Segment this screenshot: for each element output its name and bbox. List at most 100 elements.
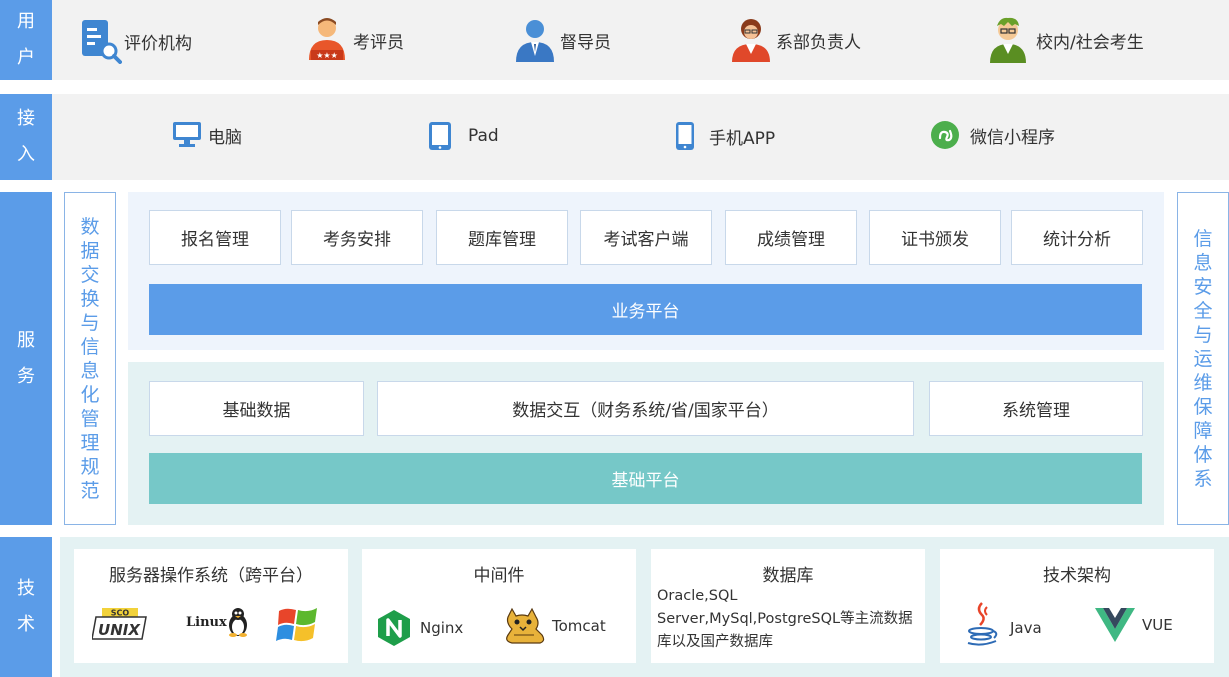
phone-icon: [676, 122, 694, 150]
access-label: 手机APP: [709, 128, 776, 149]
right-vertical-char: 障: [1193, 419, 1213, 442]
sidebar-access: 接入: [0, 94, 52, 180]
section-access-char: 接: [17, 108, 35, 129]
user-student: 校内/社会考生: [988, 16, 1144, 64]
user-evaluator: ★★★ 考评员: [305, 16, 404, 64]
user-label: 系部负责人: [776, 32, 861, 53]
evaluator-person-icon: ★★★: [309, 18, 345, 60]
section-label-tech: 技术: [17, 571, 35, 643]
tech-card-database: 数据库 Oracle,SQL Server,MySql,PostgreSQL等主…: [651, 549, 925, 663]
section-user-char: 用: [17, 11, 35, 32]
document-search-icon: [82, 20, 122, 64]
module-basic-data[interactable]: 基础数据: [149, 381, 364, 436]
user-label: 评价机构: [124, 33, 192, 54]
left-vertical-char: 换: [80, 287, 100, 310]
access-label: 微信小程序: [970, 127, 1055, 148]
access-pad: Pad: [428, 121, 499, 151]
tomcat-label: Tomcat: [552, 617, 606, 635]
module-data-interaction[interactable]: 数据交互（财务系统/省/国家平台）: [377, 381, 914, 436]
tech-title-database: 数据库: [762, 566, 814, 586]
tech-card-os: 服务器操作系统（跨平台） SCO UNIX Linux: [74, 549, 348, 663]
module-question-bank[interactable]: 题库管理: [436, 210, 568, 265]
module-exam-affairs[interactable]: 考务安排: [291, 210, 423, 265]
tech-title-middleware: 中间件: [473, 566, 525, 586]
left-vertical-char: 信: [80, 335, 100, 358]
database-description: Oracle,SQL Server,MySql,PostgreSQL等主流数据库…: [657, 588, 913, 650]
section-user-char: 户: [17, 47, 35, 68]
tux-penguin-icon: [228, 608, 247, 637]
section-service-char: 服: [17, 329, 35, 351]
module-statistics[interactable]: 统计分析: [1011, 210, 1143, 265]
left-vertical-char: 理: [80, 431, 100, 454]
access-label: Pad: [468, 126, 499, 146]
user-department-head: 系部负责人: [730, 16, 861, 64]
access-wechat-miniprogram: 微信小程序: [930, 120, 1055, 150]
nginx-logo: Nginx: [376, 609, 463, 647]
module-score-management[interactable]: 成绩管理: [725, 210, 857, 265]
tomcat-cat-icon: [506, 607, 545, 644]
module-exam-client[interactable]: 考试客户端: [580, 210, 712, 265]
left-vertical-char: 息: [80, 359, 100, 382]
vue-logo-icon: [1095, 608, 1135, 642]
sidebar-user: 用户: [0, 0, 52, 80]
section-tech-char: 技: [17, 578, 35, 599]
student-person-icon: [990, 17, 1026, 63]
section-tech-char: 术: [17, 614, 35, 635]
tech-card-framework: 技术架构 Java VUE: [940, 549, 1214, 663]
unix-logo: SCO UNIX: [92, 607, 148, 641]
data-exchange-standard-box: 数据交换与信息化管理规范: [64, 192, 116, 525]
user-evaluation-agency: 评价机构: [80, 18, 192, 64]
left-vertical-char: 据: [80, 239, 100, 262]
access-computer: 电脑: [172, 121, 242, 149]
left-vertical-char: 管: [80, 407, 100, 430]
right-vertical-char: 信: [1193, 227, 1213, 250]
vue-label: VUE: [1142, 616, 1173, 634]
section-label-access: 接入: [17, 101, 35, 173]
right-vertical-char: 息: [1193, 251, 1213, 274]
access-label: 电脑: [208, 127, 242, 148]
user-supervisor: 督导员: [514, 16, 611, 64]
module-registration[interactable]: 报名管理: [149, 210, 281, 265]
right-vertical-char: 系: [1193, 467, 1213, 490]
unix-text: UNIX: [98, 621, 141, 639]
tablet-icon: [429, 122, 451, 150]
section-access-char: 入: [17, 144, 35, 165]
right-vertical-char: 保: [1193, 395, 1213, 418]
nginx-label: Nginx: [420, 619, 464, 637]
windows-logo-icon: [276, 608, 317, 642]
vue-logo: VUE: [1094, 607, 1173, 643]
user-label: 校内/社会考生: [1036, 32, 1144, 53]
section-label-user: 用户: [17, 4, 35, 76]
right-vertical-char: 运: [1193, 347, 1213, 370]
business-platform-bar: 业务平台: [149, 284, 1142, 335]
linux-text: Linux: [186, 614, 227, 630]
right-vertical-char: 安: [1193, 275, 1213, 298]
left-vertical-char: 范: [80, 479, 100, 502]
tomcat-logo: Tomcat: [502, 607, 606, 645]
right-vertical-char: 维: [1193, 371, 1213, 394]
security-ops-system-box: 信息安全与运维保障体系: [1177, 192, 1229, 525]
java-logo: Java: [964, 601, 1042, 647]
left-vertical-char: 数: [80, 215, 100, 238]
wechat-miniprogram-icon: [931, 121, 959, 149]
right-vertical-char: 与: [1193, 323, 1213, 346]
left-vertical-char: 化: [80, 383, 100, 406]
section-label-service: 服务: [17, 323, 35, 395]
linux-logo: Linux: [186, 607, 249, 637]
tech-title-framework: 技术架构: [1043, 566, 1111, 586]
user-label: 督导员: [560, 32, 611, 53]
left-vertical-char: 与: [80, 311, 100, 334]
sidebar-service: 服务: [0, 192, 52, 525]
sidebar-tech: 技术: [0, 537, 52, 677]
module-certificate-issuance[interactable]: 证书颁发: [869, 210, 1001, 265]
sco-unix-logo-icon: SCO UNIX: [92, 608, 147, 640]
user-label: 考评员: [353, 32, 404, 53]
java-label: Java: [1010, 619, 1042, 637]
tech-card-middleware: 中间件 Nginx Tomcat: [362, 549, 636, 663]
tech-title-os: 服务器操作系统（跨平台）: [109, 566, 313, 586]
right-vertical-char: 全: [1193, 299, 1213, 322]
left-vertical-char: 规: [80, 455, 100, 478]
access-mobile-app: 手机APP: [675, 121, 775, 151]
section-service-char: 务: [17, 365, 35, 387]
module-system-management[interactable]: 系统管理: [929, 381, 1143, 436]
